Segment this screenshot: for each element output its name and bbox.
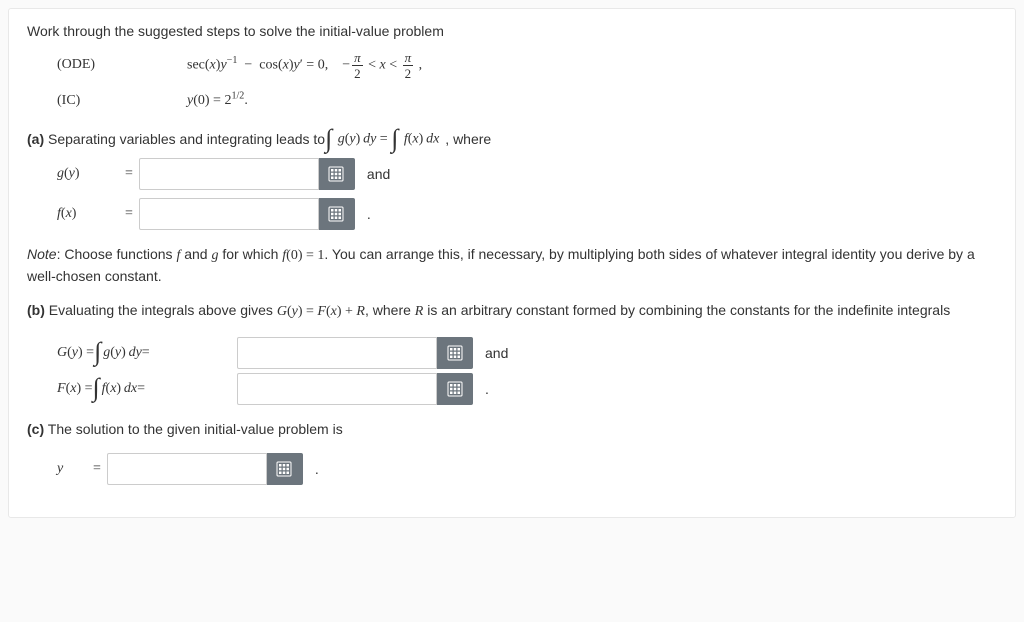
gy-input-group: g(y) = and <box>57 158 997 190</box>
Gy-input[interactable] <box>237 337 437 369</box>
note-text: Note: Choose functions f and g for which… <box>27 244 997 287</box>
Fx-pre: F(x) = ∫ f(x) dx = <box>57 378 237 399</box>
ic-tag: (IC) <box>57 93 187 109</box>
part-a-label: (a) Separating variables and integrating… <box>27 131 325 147</box>
Gy-input-group: G(y) = ∫ g(y) dy = and <box>57 337 997 369</box>
equals-sign: = <box>125 206 133 222</box>
part-a-row: (a) Separating variables and integrating… <box>27 129 997 150</box>
Fx-input-group: F(x) = ∫ f(x) dx = . <box>57 373 997 405</box>
and-text: and <box>485 345 508 361</box>
fx-input-group: f(x) = . <box>57 198 997 230</box>
and-text: and <box>367 166 390 182</box>
problem-card: Work through the suggested steps to solv… <box>8 8 1016 518</box>
keypad-button-y[interactable] <box>267 453 303 485</box>
ode-expression: sec(x)y−1 − cos(x)y′ = 0, −π2 < x < π2 , <box>187 51 422 80</box>
keypad-button-Gy[interactable] <box>437 337 473 369</box>
ode-tag: (ODE) <box>57 57 187 73</box>
gy-input[interactable] <box>139 158 319 190</box>
keypad-icon <box>447 381 463 397</box>
part-a-after: , where <box>445 131 491 147</box>
period-text: . <box>367 206 371 222</box>
fx-input[interactable] <box>139 198 319 230</box>
keypad-icon <box>276 461 292 477</box>
period-text: . <box>315 461 319 477</box>
keypad-button-Fx[interactable] <box>437 373 473 405</box>
fx-label: f(x) <box>57 206 119 222</box>
equals-sign: = <box>125 166 133 182</box>
period-text: . <box>485 381 489 397</box>
keypad-icon <box>328 166 344 182</box>
ode-row: (ODE) sec(x)y−1 − cos(x)y′ = 0, −π2 < x … <box>57 49 997 81</box>
keypad-icon <box>328 206 344 222</box>
ic-expression: y(0) = 21/2. <box>187 93 248 109</box>
y-input[interactable] <box>107 453 267 485</box>
part-a-integral: ∫ g(y) dy = ∫ f(x) dx <box>325 129 439 150</box>
part-b-text: (b) Evaluating the integrals above gives… <box>27 300 997 322</box>
Fx-input[interactable] <box>237 373 437 405</box>
keypad-button-gy[interactable] <box>319 158 355 190</box>
ode-block: (ODE) sec(x)y−1 − cos(x)y′ = 0, −π2 < x … <box>57 49 997 117</box>
gy-label: g(y) <box>57 166 119 182</box>
y-label: y <box>57 461 87 477</box>
keypad-icon <box>447 345 463 361</box>
ic-row: (IC) y(0) = 21/2. <box>57 85 997 117</box>
keypad-button-fx[interactable] <box>319 198 355 230</box>
equals-sign: = <box>93 461 101 477</box>
y-input-group: y = . <box>57 453 997 485</box>
intro-text: Work through the suggested steps to solv… <box>27 23 997 39</box>
Gy-pre: G(y) = ∫ g(y) dy = <box>57 342 237 363</box>
part-c-text: (c) The solution to the given initial-va… <box>27 419 997 439</box>
